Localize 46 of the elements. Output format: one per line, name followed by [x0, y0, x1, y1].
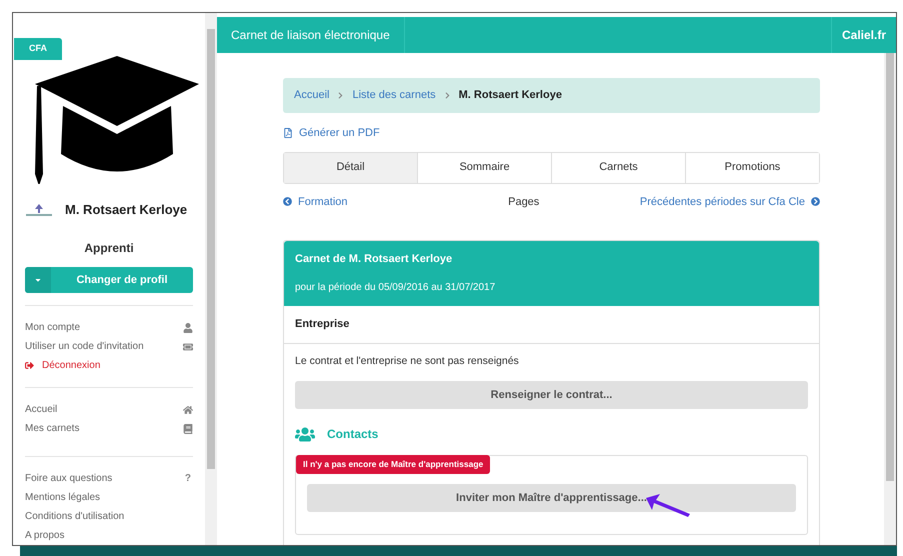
book-icon: [183, 424, 193, 434]
next-link[interactable]: Précédentes périodes sur Cfa Cle: [640, 194, 820, 210]
pages-label: Pages: [508, 194, 540, 210]
chevron-icon: [337, 92, 344, 99]
pdf-icon: [283, 128, 293, 138]
scrollbar[interactable]: [205, 13, 217, 545]
breadcrumb-link[interactable]: Accueil: [294, 87, 330, 104]
left-chevron-icon: [283, 197, 292, 206]
school-logo-icon: [25, 202, 53, 217]
pdf-link[interactable]: Générer un PDF: [283, 125, 380, 142]
menu-link[interactable]: Foire aux questions: [25, 471, 112, 486]
menu-link[interactable]: A propos: [25, 528, 64, 543]
home-icon: [183, 404, 193, 414]
menu-link[interactable]: Mentions légales: [25, 490, 100, 505]
right-chevron-icon: [810, 197, 820, 206]
help-mark: ?: [184, 472, 192, 486]
menu-link[interactable]: Mes carnets: [25, 421, 80, 436]
menu-link[interactable]: Déconnexion: [25, 358, 100, 373]
breadcrumb-current: M. Rotsaert Kerloye: [458, 88, 562, 104]
section-title: Entreprise: [284, 306, 819, 344]
card-title: Carnet de M. Rotsaert Kerloye: [295, 252, 454, 267]
period-text: pour la période du 05/09/2016 au 31/07/2017: [295, 280, 496, 294]
caret-icon: [34, 276, 42, 284]
contacts-heading: Contacts: [327, 426, 378, 444]
breadcrumb-link[interactable]: Liste des carnets: [352, 87, 436, 104]
menu-link[interactable]: Mon compte: [25, 320, 80, 335]
users-icon: [295, 426, 315, 443]
tab[interactable]: Promotions: [685, 152, 819, 182]
menu-link[interactable]: Conditions d'utilisation: [25, 509, 124, 524]
invite-button[interactable]: Inviter mon Maître d'apprentissage...: [307, 484, 796, 512]
user-icon: [183, 322, 193, 332]
alert-badge: Il n'y a pas encore de Maître d'apprentissage: [296, 455, 490, 474]
cfa-tag: CFA: [14, 38, 62, 60]
app-title: Carnet de liaison électronique: [217, 17, 405, 53]
user-name: M. Rotsaert Kerloye: [65, 200, 188, 219]
previous-link[interactable]: Formation: [283, 194, 348, 210]
tab[interactable]: Détail: [284, 152, 417, 182]
role-label: Apprenti: [83, 240, 135, 258]
notice-text: Le contrat et l'entreprise ne sont pas renseignés: [295, 354, 520, 368]
menu-link[interactable]: Accueil: [25, 402, 58, 417]
menu-link[interactable]: Utiliser un code d'invitation: [25, 339, 144, 354]
sign-out-icon: [25, 361, 34, 370]
chevron-icon: [444, 92, 451, 99]
ticket-icon: [183, 342, 193, 352]
contract-button[interactable]: Renseigner le contrat...: [295, 381, 808, 410]
scrollbar[interactable]: [884, 53, 896, 545]
